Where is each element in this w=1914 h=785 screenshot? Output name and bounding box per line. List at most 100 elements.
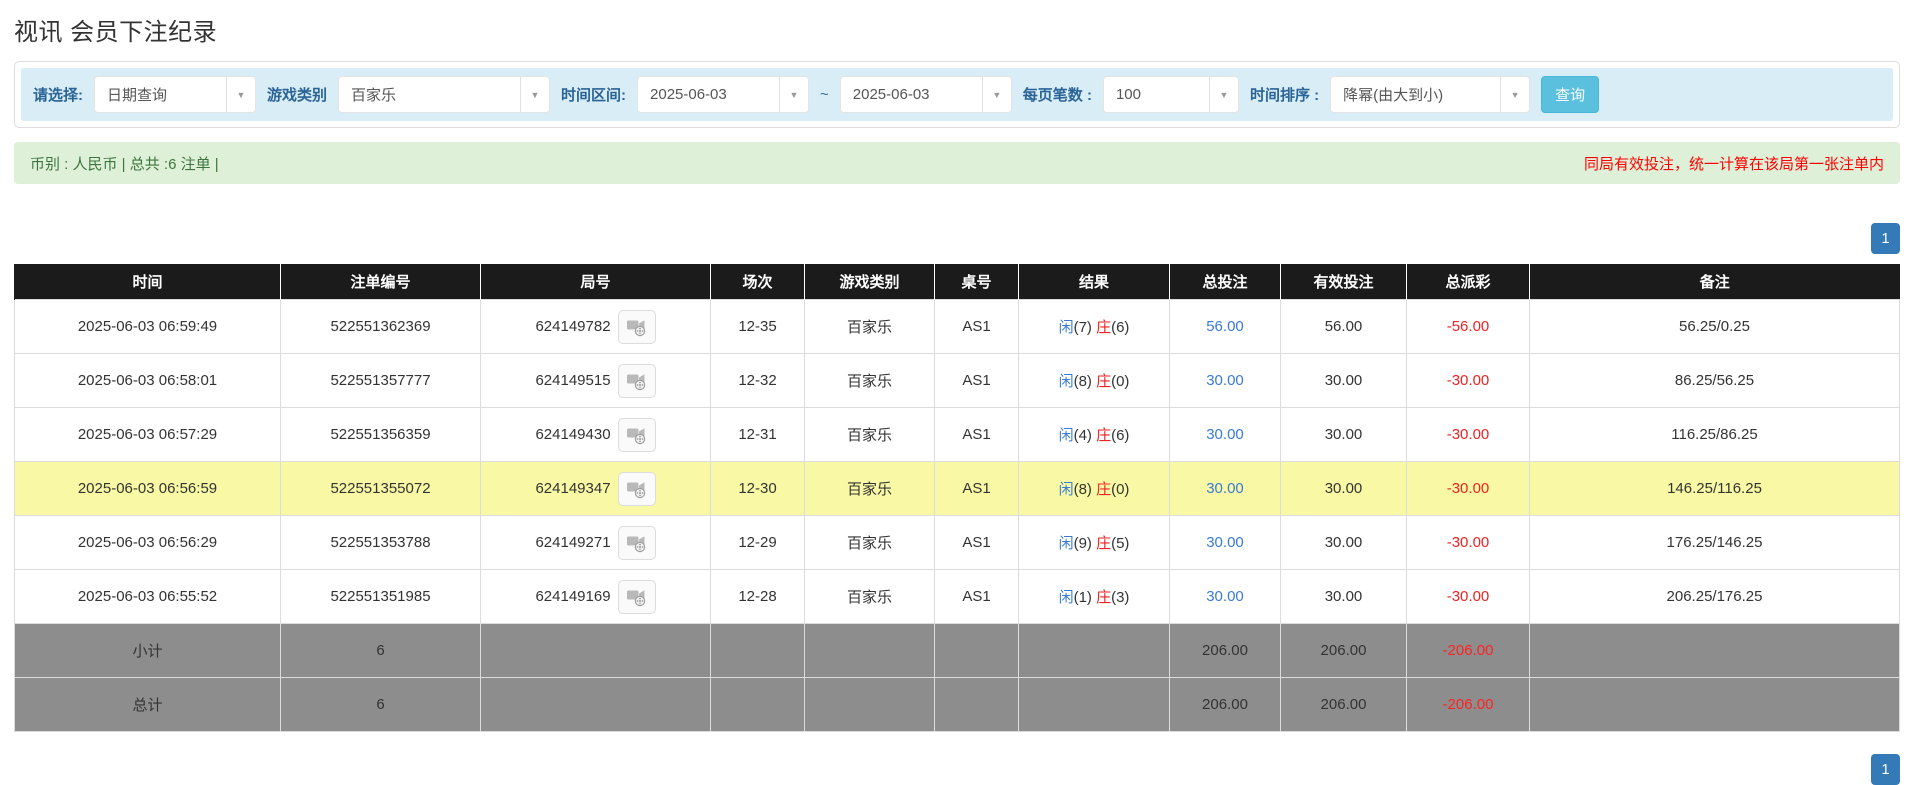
- cell-result: 闲(9) 庄(5): [1018, 515, 1170, 570]
- cell-table-no: AS1: [934, 407, 1019, 462]
- summary-bar: 币别 : 人民币 | 总共 :6 注单 | 同局有效投注，统一计算在该局第一张注…: [14, 142, 1900, 184]
- result-player-label: 闲: [1058, 589, 1074, 606]
- chevron-down-icon: ▼: [981, 77, 1011, 112]
- page-size-select[interactable]: 100 ▼: [1102, 76, 1239, 113]
- total-bet-link[interactable]: 56.00: [1206, 318, 1244, 335]
- cell-total-bet: 30.00: [1169, 407, 1281, 462]
- total-bet-link[interactable]: 30.00: [1206, 588, 1244, 605]
- cell-total-bet: 30.00: [1169, 569, 1281, 624]
- total-bet-link[interactable]: 30.00: [1206, 426, 1244, 443]
- total-bet-link[interactable]: 30.00: [1206, 372, 1244, 389]
- time-sort-select[interactable]: 降幂(由大到小) ▼: [1330, 76, 1531, 113]
- video-icon: [627, 373, 646, 390]
- time-range-label: 时间区间:: [561, 87, 627, 104]
- cell-bet-id: 522551355072: [280, 461, 481, 516]
- video-icon: [627, 535, 646, 552]
- cell-table-no: AS1: [934, 353, 1019, 408]
- result-player-label: 闲: [1058, 481, 1074, 498]
- result-banker-label: 庄: [1096, 373, 1112, 390]
- total-bet-link[interactable]: 30.00: [1206, 534, 1244, 551]
- cell-game-type: 百家乐: [804, 407, 935, 462]
- video-replay-button[interactable]: [617, 579, 656, 614]
- result-player-label: 闲: [1058, 319, 1074, 336]
- cell-table-no: AS1: [934, 515, 1019, 570]
- round-id-wrap: 624149169: [535, 579, 656, 614]
- date-to-select[interactable]: 2025-06-03 ▼: [839, 76, 1012, 113]
- column-header: 总派彩: [1406, 264, 1530, 300]
- result-banker-label: 庄: [1096, 589, 1112, 606]
- cell-session: 12-28: [710, 569, 805, 624]
- table-row: 2025-06-03 06:55:52 522551351985 624149169…: [14, 569, 1900, 624]
- column-header: 局号: [480, 264, 711, 300]
- grand-total-row-total-bet: 206.00: [1169, 677, 1281, 732]
- cell-remark: 146.25/116.25: [1529, 461, 1900, 516]
- result-player-label: 闲: [1058, 535, 1074, 552]
- page-size-label: 每页笔数 :: [1022, 87, 1092, 104]
- pagination-page-button[interactable]: 1: [1871, 223, 1900, 254]
- pagination-page-button[interactable]: 1: [1871, 754, 1900, 785]
- result-banker-label: 庄: [1096, 319, 1112, 336]
- chevron-down-icon: ▼: [226, 77, 255, 112]
- column-header: 注单编号: [280, 264, 481, 300]
- cell-round-id: 624149782: [480, 299, 711, 354]
- cell-time: 2025-06-03 06:57:29: [14, 407, 281, 462]
- pagination-bottom: 1: [14, 754, 1900, 785]
- total-bet-link[interactable]: 30.00: [1206, 480, 1244, 497]
- video-replay-button[interactable]: [617, 525, 656, 560]
- column-header: 场次: [710, 264, 805, 300]
- round-id-text: 624149782: [535, 318, 611, 335]
- payout-amount: -30.00: [1446, 588, 1490, 605]
- cell-bet-id: 522551353788: [280, 515, 481, 570]
- grand-total-row: 总计 6 206.00 206.00 -206.00: [14, 677, 1900, 732]
- empty-cell: [934, 623, 1019, 678]
- empty-cell: [480, 677, 711, 732]
- video-replay-button[interactable]: [617, 417, 656, 452]
- column-header: 桌号: [934, 264, 1019, 300]
- video-replay-button[interactable]: [617, 471, 656, 506]
- currency-total-text: 币别 : 人民币 | 总共 :6 注单 |: [30, 155, 219, 173]
- cell-round-id: 624149271: [480, 515, 711, 570]
- cell-game-type: 百家乐: [804, 353, 935, 408]
- video-icon: [627, 589, 646, 606]
- column-header: 总投注: [1169, 264, 1281, 300]
- chevron-down-icon: ▼: [1500, 77, 1529, 112]
- time-sort-value: 降幂(由大到小): [1343, 87, 1444, 104]
- cell-table-no: AS1: [934, 569, 1019, 624]
- cell-session: 12-32: [710, 353, 805, 408]
- empty-cell: [804, 677, 935, 732]
- round-id-wrap: 624149515: [535, 363, 656, 398]
- cell-game-type: 百家乐: [804, 569, 935, 624]
- cell-table-no: AS1: [934, 461, 1019, 516]
- video-icon: [627, 481, 646, 498]
- round-id-text: 624149347: [535, 480, 611, 497]
- game-type-select[interactable]: 百家乐 ▼: [338, 76, 551, 113]
- subtotal-row-payout: -206.00: [1406, 623, 1530, 678]
- result-banker-label: 庄: [1096, 535, 1112, 552]
- cell-payout: -30.00: [1406, 353, 1530, 408]
- search-button[interactable]: 查询: [1541, 76, 1600, 113]
- cell-session: 12-30: [710, 461, 805, 516]
- table-row: 2025-06-03 06:58:01 522551357777 624149515…: [14, 353, 1900, 408]
- empty-cell: [1529, 677, 1900, 732]
- cell-game-type: 百家乐: [804, 461, 935, 516]
- video-replay-button[interactable]: [617, 309, 656, 344]
- round-id-wrap: 624149430: [535, 417, 656, 452]
- subtotal-row-valid-bet: 206.00: [1280, 623, 1407, 678]
- table-body: 2025-06-03 06:59:49 522551362369 624149782…: [14, 299, 1900, 732]
- query-type-select[interactable]: 日期查询 ▼: [94, 76, 256, 113]
- round-id-text: 624149430: [535, 426, 611, 443]
- cell-total-bet: 30.00: [1169, 353, 1281, 408]
- chevron-down-icon: ▼: [779, 77, 808, 112]
- cell-valid-bet: 30.00: [1280, 353, 1407, 408]
- cell-remark: 116.25/86.25: [1529, 407, 1900, 462]
- cell-bet-id: 522551357777: [280, 353, 481, 408]
- column-header: 有效投注: [1280, 264, 1407, 300]
- video-replay-button[interactable]: [617, 363, 656, 398]
- cell-result: 闲(8) 庄(0): [1018, 461, 1170, 516]
- cell-result: 闲(1) 庄(3): [1018, 569, 1170, 624]
- date-from-select[interactable]: 2025-06-03 ▼: [637, 76, 810, 113]
- cell-result: 闲(8) 庄(0): [1018, 353, 1170, 408]
- cell-valid-bet: 56.00: [1280, 299, 1407, 354]
- date-to-value: 2025-06-03: [852, 86, 930, 103]
- cell-bet-id: 522551362369: [280, 299, 481, 354]
